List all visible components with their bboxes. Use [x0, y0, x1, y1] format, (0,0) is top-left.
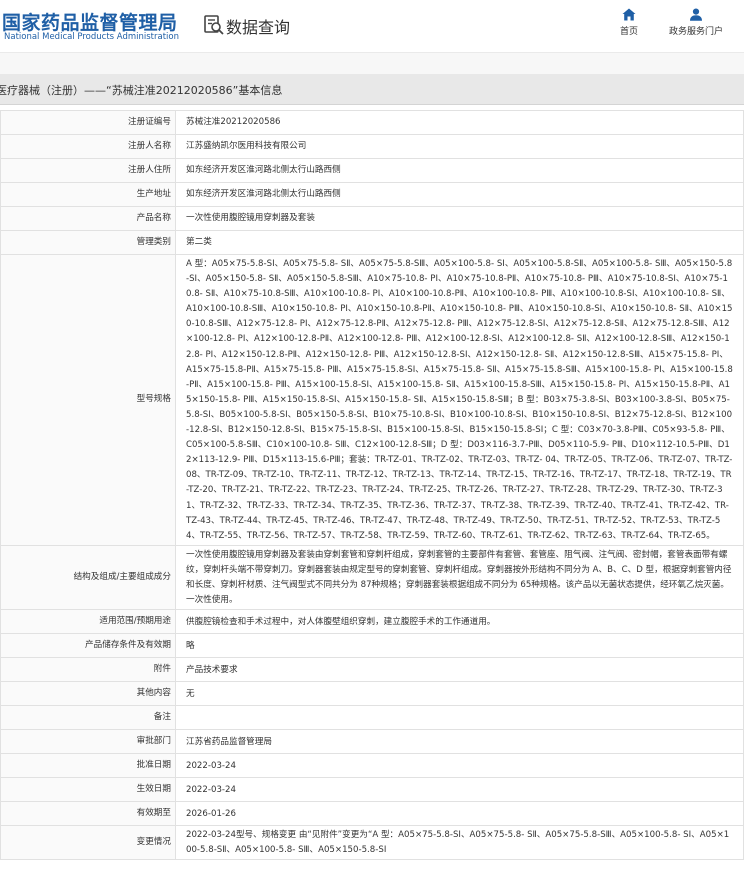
- row-label: 备注: [0, 705, 176, 731]
- row-label: 适用范围/预期用途: [0, 609, 176, 635]
- row-label: 注册证编号: [0, 110, 176, 135]
- row-label: 结构及组成/主要组成成分: [0, 544, 176, 611]
- row-value: 苏械注准20212020586: [175, 110, 744, 135]
- row-label: 产品储存条件及有效期: [0, 633, 176, 659]
- row-value: 一次性使用腹腔镜用穿刺器及套装: [175, 206, 744, 231]
- row-value: 2022-03-24型号、规格变更 由“见附件”变更为“A 型：A05×75-5…: [175, 825, 744, 861]
- row-label: 管理类别: [0, 230, 176, 255]
- table-row: 结构及组成/主要组成成分 一次性使用腹腔镜用穿刺器及套装由穿刺套管和穿刺杆组成，穿…: [0, 544, 744, 611]
- table-row: 产品储存条件及有效期略: [0, 633, 744, 659]
- table-row: 适用范围/预期用途 供腹腔镜检查和手术过程中，对人体腹壁组织穿刺，建立腹腔手术的工…: [0, 609, 744, 635]
- data-search-icon: [204, 15, 224, 35]
- row-value: 略: [175, 633, 744, 659]
- row-value: 供腹腔镜检查和手术过程中，对人体腹壁组织穿刺，建立腹腔手术的工作通道用。: [175, 609, 744, 635]
- header-divider-band: [0, 52, 744, 75]
- row-label: 批准日期: [0, 753, 176, 779]
- row-value: A 型：A05×75-5.8-SⅠ、A05×75-5.8- SⅡ、A05×75-…: [175, 254, 744, 546]
- site-logo-text[interactable]: 国家药品监督管理局: [2, 8, 178, 35]
- row-label: 产品名称: [0, 206, 176, 231]
- detail-table: 注册证编号 苏械注准20212020586 注册人名称 江苏盛纳凯尔医用科技有限公司注…: [0, 110, 744, 861]
- row-label: 其他内容: [0, 681, 176, 707]
- row-value: 江苏盛纳凯尔医用科技有限公司: [175, 134, 744, 159]
- row-label: 生效日期: [0, 777, 176, 803]
- row-value: [175, 705, 744, 731]
- row-value: 如东经济开发区淮河路北侧太行山路西侧: [175, 158, 744, 183]
- row-label: 附件: [0, 657, 176, 683]
- breadcrumb: 医疗器械（注册）——“苏械注准20212020586”基本信息: [0, 74, 744, 105]
- table-row: 产品名称 一次性使用腹腔镜用穿刺器及套装: [0, 206, 744, 231]
- table-row: 注册人名称 江苏盛纳凯尔医用科技有限公司: [0, 134, 744, 159]
- table-row: 批准日期 2022-03-24: [0, 753, 744, 779]
- row-label: 注册人住所: [0, 158, 176, 183]
- table-row: 审批部门 江苏省药品监督管理局: [0, 729, 744, 755]
- table-row: 注册证编号 苏械注准20212020586: [0, 110, 744, 135]
- breadcrumb-text: 医疗器械（注册）——“苏械注准20212020586”基本信息: [0, 84, 283, 97]
- row-value: 产品技术要求: [175, 657, 744, 683]
- table-row: 备注: [0, 705, 744, 731]
- table-row: 附件 产品技术要求: [0, 657, 744, 683]
- detail-table-wrapper: 注册证编号 苏械注准20212020586 注册人名称 江苏盛纳凯尔医用科技有限公司注…: [0, 110, 744, 861]
- row-value: 2022-03-24: [175, 777, 744, 803]
- site-header: 国家药品监督管理局 National Medical Products Admi…: [0, 0, 744, 52]
- row-label: 型号规格: [0, 254, 176, 546]
- row-label: 变更情况: [0, 825, 176, 861]
- row-label: 审批部门: [0, 729, 176, 755]
- row-label: 注册人名称: [0, 134, 176, 159]
- table-row: 有效期至 2026-01-26: [0, 801, 744, 827]
- row-value: 第二类: [175, 230, 744, 255]
- row-value: 江苏省药品监督管理局: [175, 729, 744, 755]
- row-value: 一次性使用腹腔镜用穿刺器及套装由穿刺套管和穿刺杆组成，穿刺套管的主要部件有套管、…: [175, 544, 744, 611]
- row-value: 2022-03-24: [175, 753, 744, 779]
- nav-service-portal[interactable]: 政务服务门户: [651, 8, 741, 37]
- user-icon: [690, 8, 702, 21]
- table-row: 型号规格 A 型：A05×75-5.8-SⅠ、A05×75-5.8- SⅡ、A05…: [0, 254, 744, 546]
- table-row: 管理类别 第二类: [0, 230, 744, 255]
- row-value: 无: [175, 681, 744, 707]
- table-row: 变更情况 2022-03-24型号、规格变更 由“见附件”变更为“A 型：A05×…: [0, 825, 744, 861]
- page-title: 数据查询: [226, 18, 291, 37]
- row-label: 生产地址: [0, 182, 176, 207]
- table-row: 注册人住所 如东经济开发区淮河路北侧太行山路西侧: [0, 158, 744, 183]
- table-row: 生产地址 如东经济开发区淮河路北侧太行山路西侧: [0, 182, 744, 207]
- table-row: 生效日期 2022-03-24: [0, 777, 744, 803]
- row-label: 有效期至: [0, 801, 176, 827]
- home-icon: [622, 8, 636, 21]
- row-value: 2026-01-26: [175, 801, 744, 827]
- row-value: 如东经济开发区淮河路北侧太行山路西侧: [175, 182, 744, 207]
- table-row: 其他内容无: [0, 681, 744, 707]
- site-logo-english: National Medical Products Administration: [4, 32, 179, 42]
- nav-service-portal-label: 政务服务门户: [668, 27, 723, 37]
